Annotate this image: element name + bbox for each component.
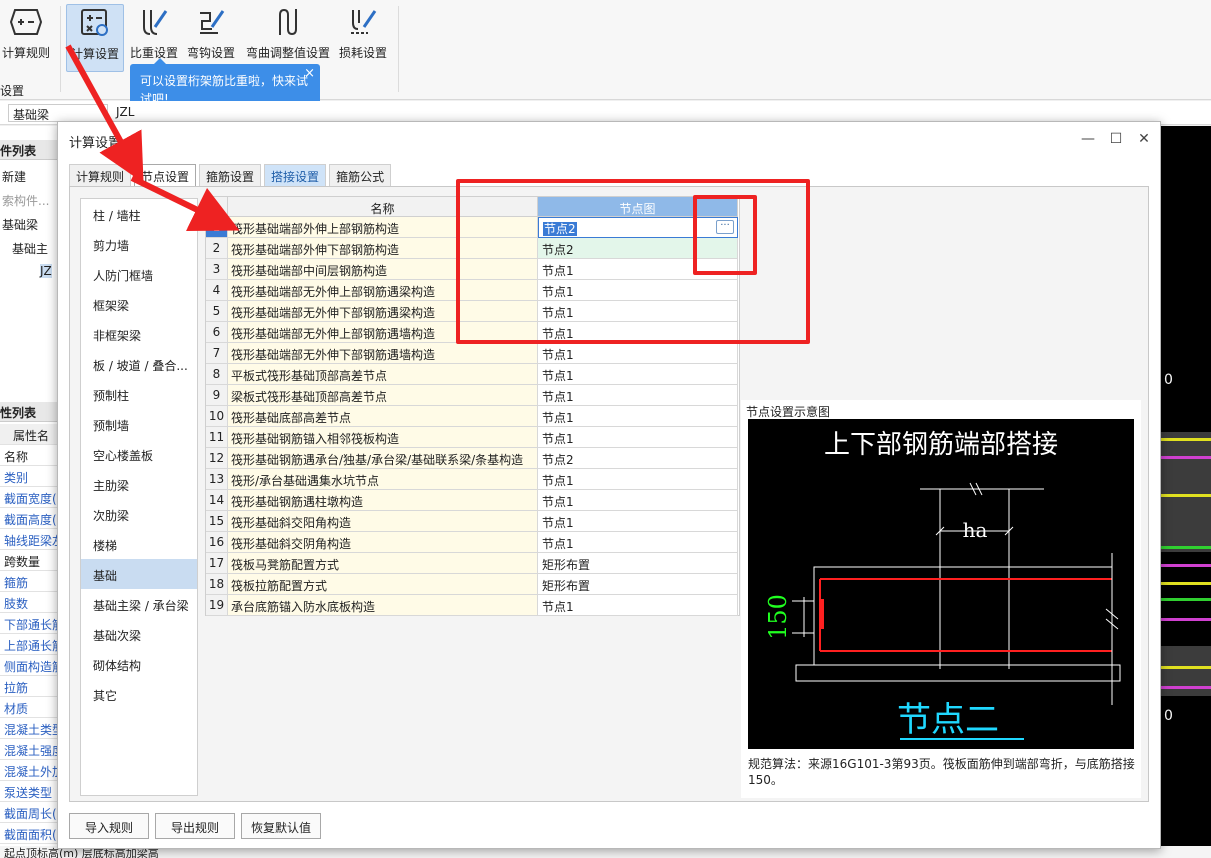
annotation-arrow (65, 44, 144, 184)
annotation-highlight-box (693, 195, 757, 275)
annotation-arrows (65, 44, 240, 232)
annotation-arrow (130, 175, 240, 232)
